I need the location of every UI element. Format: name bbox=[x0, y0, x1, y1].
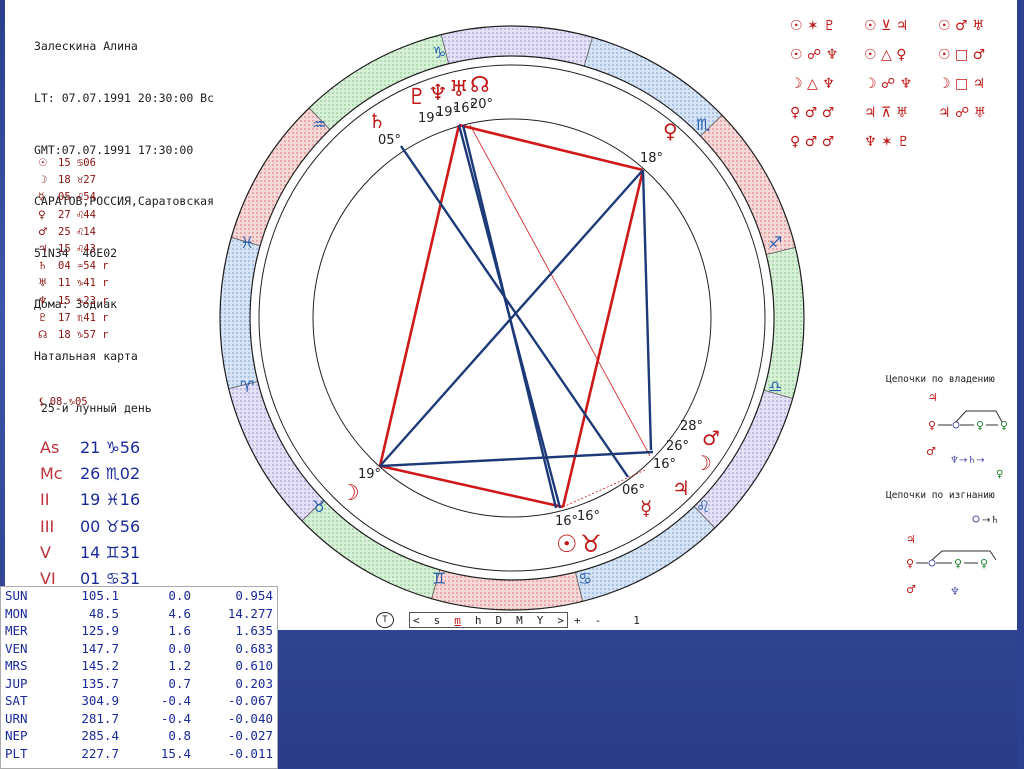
svg-text:20°: 20° bbox=[470, 97, 493, 112]
aspect-line-thin bbox=[469, 124, 651, 457]
aries-sign-icon: ♈ bbox=[240, 377, 254, 396]
table-row: PLT 227.7 15.4 -0.011 bbox=[5, 745, 273, 761]
aspect-line-red bbox=[378, 124, 461, 467]
table-row: NEP 285.4 0.8 -0.027 bbox=[5, 728, 273, 743]
svg-text:16°: 16° bbox=[555, 514, 578, 529]
cancer-sign-icon: ♋ bbox=[578, 569, 592, 588]
svg-text:28°: 28° bbox=[680, 419, 703, 434]
scorpio-sign-icon: ♏ bbox=[696, 115, 710, 134]
sun-icon: ☉ bbox=[556, 530, 578, 558]
leo-sign-icon: ♌ bbox=[696, 497, 710, 516]
svg-text:05°: 05° bbox=[378, 133, 401, 148]
svg-text:16°: 16° bbox=[653, 457, 676, 472]
capricorn-sign-icon: ♑ bbox=[432, 43, 446, 62]
table-row: VEN 147.7 0.0 0.683 bbox=[5, 640, 273, 656]
zodiac-segment bbox=[228, 380, 325, 522]
jupiter-icon: ♃ bbox=[672, 476, 690, 500]
uranus-icon: ♅ bbox=[449, 77, 469, 102]
libra-sign-icon: ♎ bbox=[768, 377, 782, 396]
pluto-icon: ♇ bbox=[407, 85, 427, 110]
moon-icon: ☽ bbox=[340, 481, 360, 506]
saturn-icon: ♄ bbox=[368, 109, 386, 133]
table-row: SAT 304.9 -0.4 -0.067 bbox=[5, 693, 273, 708]
moon-node-icon: ♉ bbox=[580, 530, 602, 558]
moon-ring-icon: ☽ bbox=[694, 451, 712, 475]
mars-icon: ♂ bbox=[702, 426, 720, 450]
pisces-sign-icon: ♓ bbox=[240, 233, 254, 252]
aspect-line-blue bbox=[379, 169, 644, 467]
aspect-lines bbox=[378, 123, 654, 509]
taurus-sign-icon: ♉ bbox=[312, 497, 326, 516]
aspect-line-blue bbox=[400, 145, 629, 478]
mercury-icon: ☿ bbox=[640, 496, 652, 520]
aspect-line-blue bbox=[641, 169, 653, 451]
table-row: URN 281.7 -0.4 -0.040 bbox=[5, 710, 273, 726]
aquarius-sign-icon: ♒ bbox=[312, 115, 326, 134]
north-node-icon: ☊ bbox=[470, 73, 490, 98]
zodiac-signs: ♑ ♒ ♓ ♈ ♉ ♊ ♋ ♌ ♎ ♐ ♏ bbox=[240, 43, 782, 588]
table-row: JUP 135.7 0.7 0.203 bbox=[5, 675, 273, 691]
svg-text:16°: 16° bbox=[577, 509, 600, 524]
table-row: MRS 145.2 1.2 0.610 bbox=[5, 658, 273, 673]
zodiac-wheel: ♇ ♆ ♅ ☊ ♄ ♀ ♂ ☽ ♃ ☿ ☉ ♉ ☽ ♑ ♒ ♓ ♈ ♉ ♊ ♋ … bbox=[219, 25, 805, 611]
svg-text:26°: 26° bbox=[666, 439, 689, 454]
svg-text:19°: 19° bbox=[358, 467, 381, 482]
svg-text:06°: 06° bbox=[622, 483, 645, 498]
aspect-line-blue bbox=[461, 124, 558, 509]
gemini-sign-icon: ♊ bbox=[432, 569, 446, 588]
venus-icon: ♀ bbox=[663, 119, 678, 143]
sagittarius-sign-icon: ♐ bbox=[768, 233, 782, 252]
svg-text:18°: 18° bbox=[640, 151, 663, 166]
neptune-icon: ♆ bbox=[428, 81, 448, 106]
aspect-line-red bbox=[379, 464, 564, 509]
